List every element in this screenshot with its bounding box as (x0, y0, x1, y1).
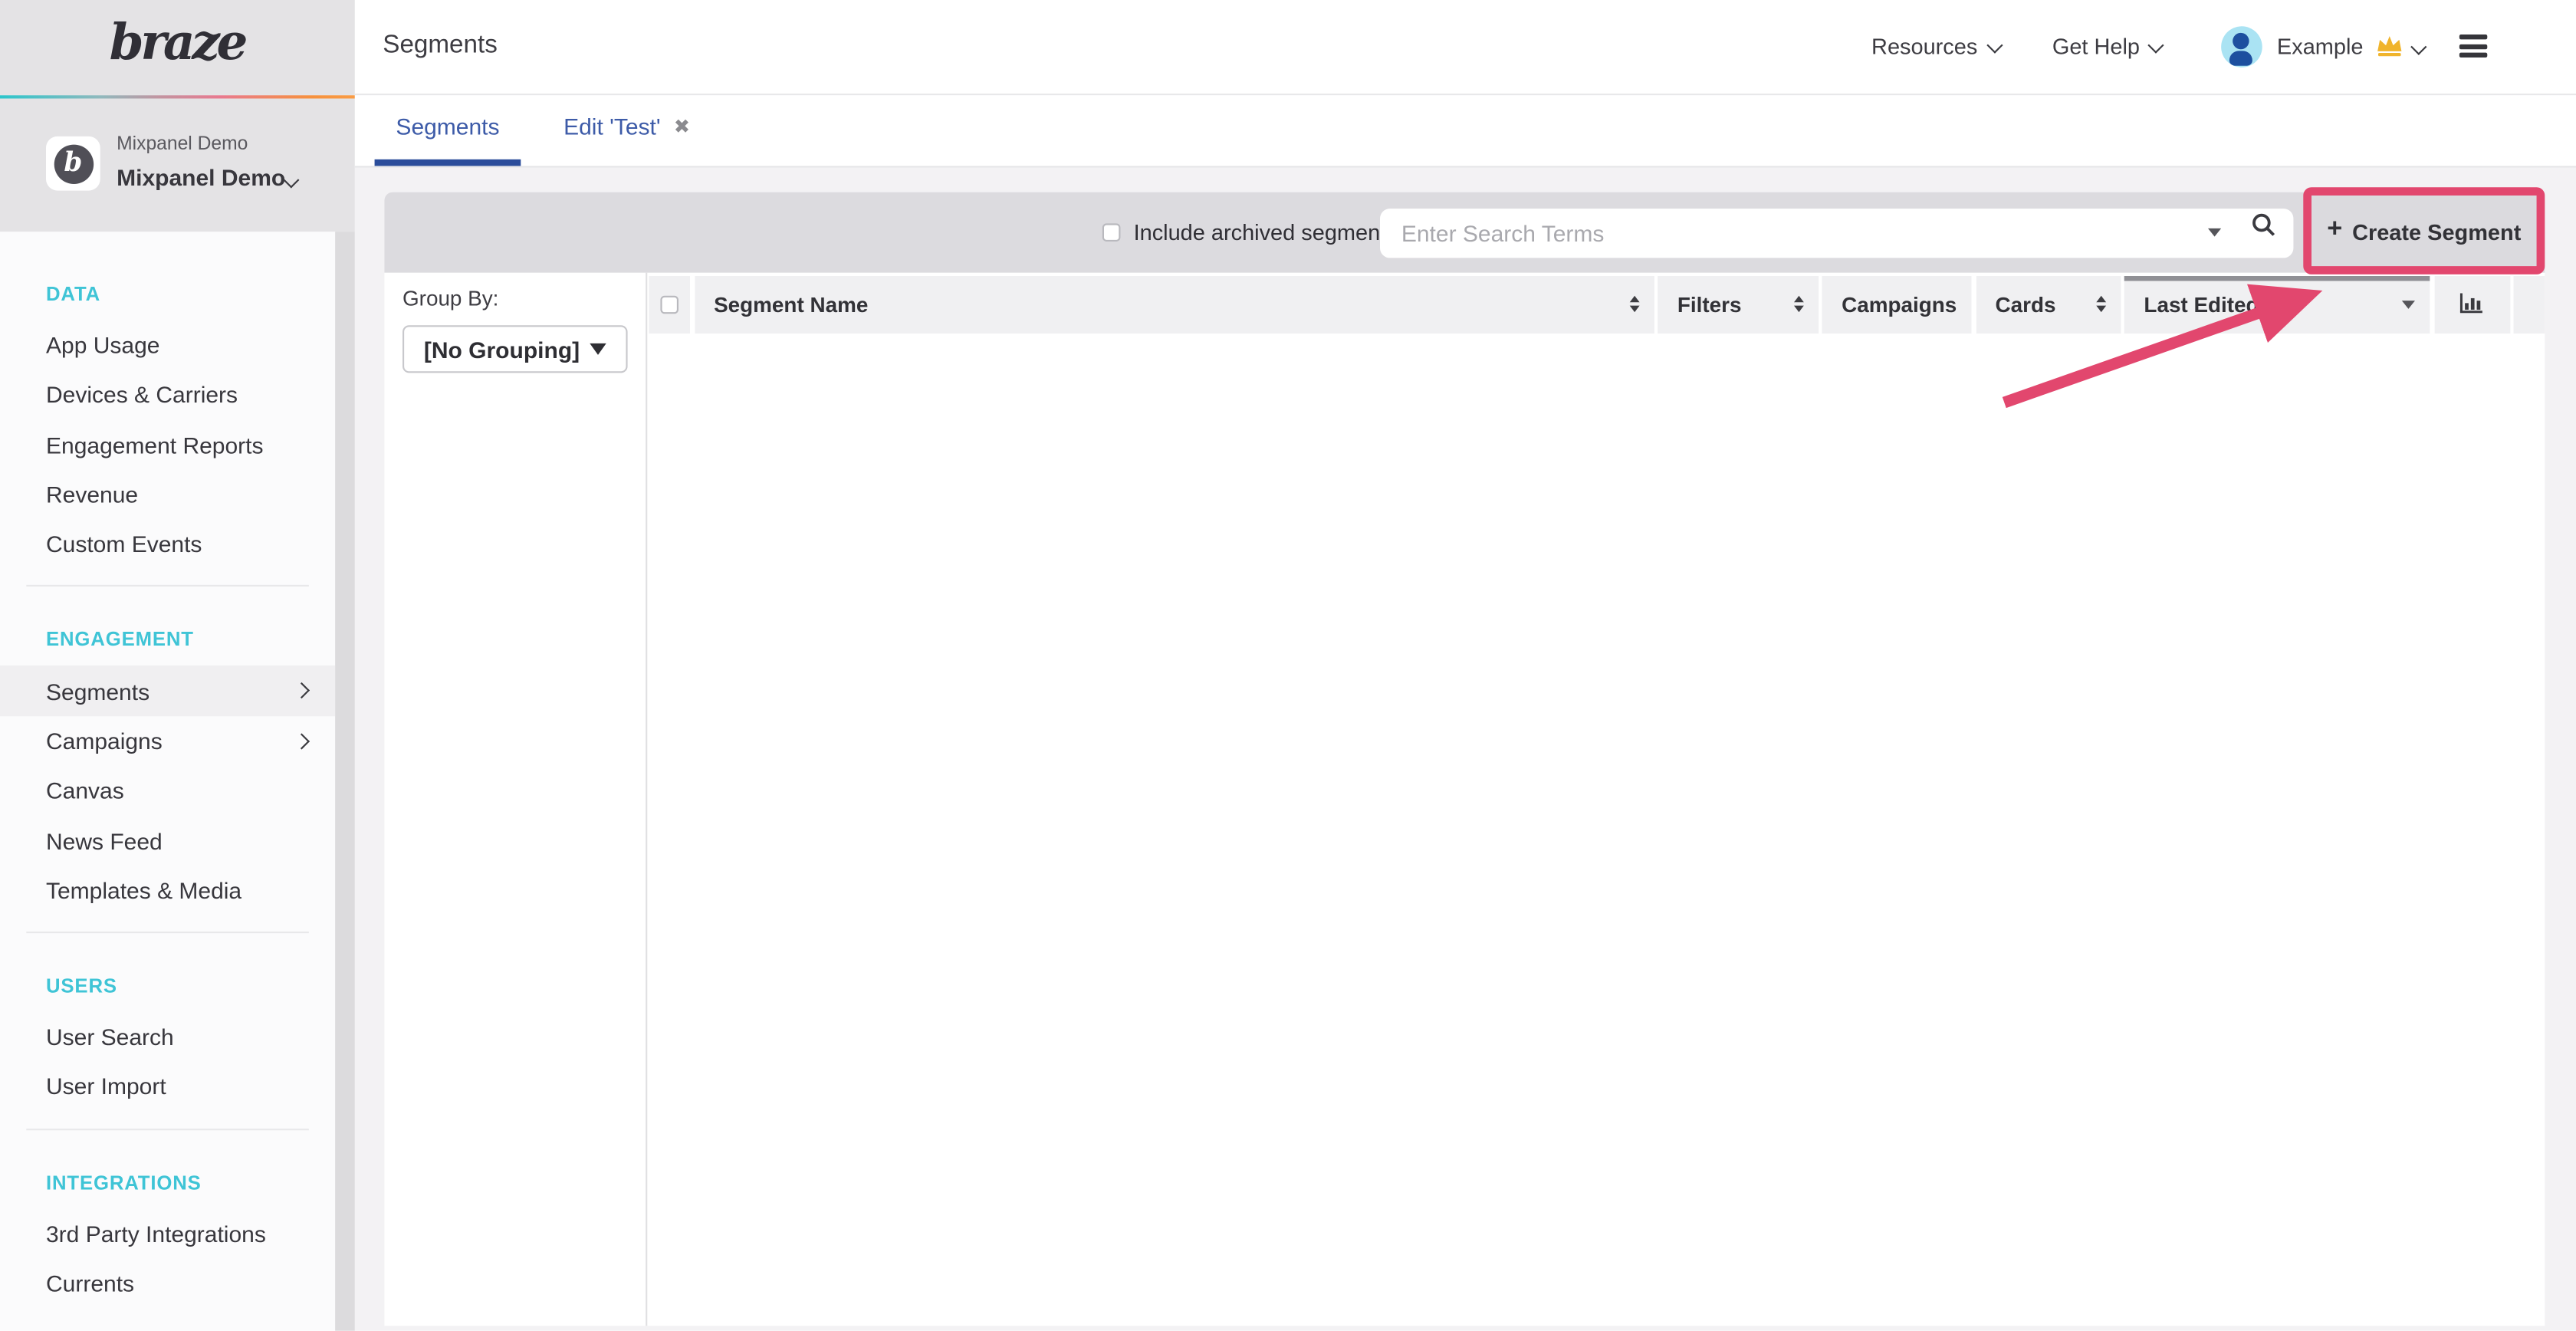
get-help-menu[interactable]: Get Help (2052, 34, 2162, 58)
sidebar-item-user-search[interactable]: User Search (0, 1012, 335, 1062)
column-header-spacer (2514, 276, 2545, 333)
create-segment-button[interactable]: + Create Segment (2313, 197, 2535, 266)
select-all-checkbox[interactable] (660, 295, 678, 314)
divider (26, 1128, 309, 1129)
column-header-analytics[interactable] (2434, 276, 2510, 333)
close-tab-icon[interactable]: ✖ (674, 116, 691, 139)
table-header-row: Segment Name Filters Campaigns Cards Las… (648, 276, 2544, 333)
sidebar-item-currents[interactable]: Currents (0, 1258, 335, 1308)
sidebar-item-custom-events[interactable]: Custom Events (0, 520, 335, 570)
sidebar: braze b Mixpanel Demo Mixpanel Demo DATA… (0, 0, 354, 1331)
crown-icon (2375, 35, 2403, 58)
group-by-select[interactable]: [No Grouping] (402, 325, 628, 373)
bar-chart-icon (2459, 291, 2484, 318)
sidebar-item-devices-carriers[interactable]: Devices & Carriers (0, 370, 335, 420)
sort-icon (1629, 296, 1639, 312)
user-avatar[interactable] (2221, 26, 2262, 67)
appboy-b-icon: b (54, 144, 93, 183)
tab-segments[interactable]: Segments (375, 94, 521, 166)
sidebar-item-canvas[interactable]: Canvas (0, 766, 335, 816)
chevron-down-icon (1986, 36, 2002, 51)
include-archived-checkbox[interactable] (1102, 223, 1121, 242)
sort-icon (1793, 296, 1803, 312)
column-header-cards[interactable]: Cards (1976, 276, 2121, 333)
plus-icon: + (2327, 215, 2342, 245)
chevron-down-icon (2149, 36, 2164, 51)
chevron-down-icon[interactable] (284, 172, 299, 187)
hamburger-menu-icon[interactable] (2459, 35, 2487, 58)
dropdown-caret-icon (590, 343, 606, 355)
workspace-company-label: Mixpanel Demo (117, 135, 248, 155)
column-header-segment-name[interactable]: Segment Name (694, 276, 1653, 333)
workspace-selector[interactable]: b Mixpanel Demo Mixpanel Demo (0, 99, 354, 232)
sidebar-item-templates-media[interactable]: Templates & Media (0, 866, 335, 915)
sidebar-nav: DATA App Usage Devices & Carriers Engage… (0, 232, 335, 1308)
sidebar-item-engagement-reports[interactable]: Engagement Reports (0, 420, 335, 470)
sidebar-item-revenue[interactable]: Revenue (0, 470, 335, 520)
sidebar-item-campaigns[interactable]: Campaigns (0, 716, 335, 766)
section-header-engagement: ENGAGEMENT (0, 613, 335, 666)
chevron-right-icon (293, 733, 308, 748)
section-header-data: DATA (0, 268, 335, 320)
column-header-filters[interactable]: Filters (1658, 276, 1818, 333)
select-all-checkbox-cell (648, 276, 690, 333)
section-header-users: USERS (0, 959, 335, 1012)
sidebar-scroll-gutter[interactable] (335, 232, 354, 1331)
page-header: Segments Resources Get Help Example (354, 0, 2576, 94)
divider (26, 586, 309, 587)
tab-bar: Segments Edit 'Test' ✖ (354, 94, 2576, 167)
segments-toolbar: Include archived segments + Create Segme… (384, 192, 2544, 272)
header-actions: Resources Get Help Example (1871, 26, 2487, 67)
group-by-panel: Group By: [No Grouping] (384, 273, 645, 1326)
sort-icon (2095, 296, 2105, 312)
braze-logo-block: braze (0, 0, 354, 94)
workspace-app-icon: b (46, 136, 100, 191)
saved-search-dropdown-icon[interactable] (2208, 228, 2221, 237)
include-archived-label: Include archived segments (1134, 220, 1398, 245)
sidebar-item-news-feed[interactable]: News Feed (0, 816, 335, 866)
braze-app-window: braze b Mixpanel Demo Mixpanel Demo DATA… (0, 0, 2576, 1331)
braze-logo: braze (110, 15, 245, 80)
segments-content: Include archived segments + Create Segme… (354, 168, 2576, 1331)
dropdown-caret-icon (2402, 301, 2415, 309)
user-name: Example (2277, 34, 2364, 58)
chevron-right-icon (293, 683, 308, 698)
search-input[interactable] (1380, 208, 2293, 257)
column-header-last-edited[interactable]: Last Edited (2124, 276, 2430, 333)
group-by-label: Group By: (402, 286, 645, 311)
sidebar-item-3rd-party-integrations[interactable]: 3rd Party Integrations (0, 1208, 335, 1258)
divider (26, 932, 309, 933)
chevron-down-icon[interactable] (2410, 39, 2426, 54)
search-icon[interactable] (2251, 212, 2277, 238)
resources-menu[interactable]: Resources (1871, 34, 1999, 58)
sidebar-item-segments[interactable]: Segments (0, 666, 335, 716)
segments-table: Segment Name Filters Campaigns Cards Las… (646, 273, 2544, 1326)
page-title: Segments (383, 31, 498, 61)
section-header-integrations: INTEGRATIONS (0, 1156, 335, 1209)
avatar-person-icon (2233, 32, 2249, 48)
sidebar-item-app-usage[interactable]: App Usage (0, 320, 335, 370)
column-header-campaigns[interactable]: Campaigns (1822, 276, 1971, 333)
sidebar-item-user-import[interactable]: User Import (0, 1062, 335, 1112)
tab-edit-test[interactable]: Edit 'Test' ✖ (542, 94, 711, 166)
workspace-name: Mixpanel Demo (117, 164, 285, 190)
